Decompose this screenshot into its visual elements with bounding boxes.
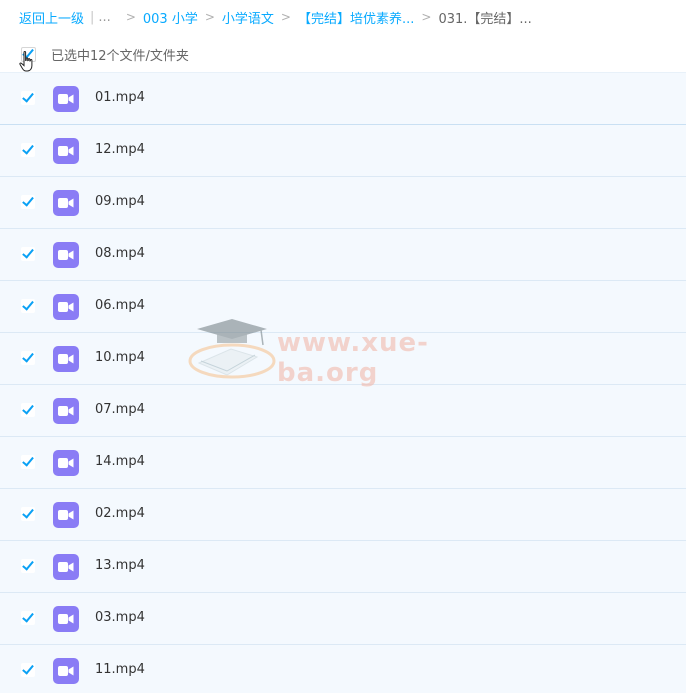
checkmark-icon bbox=[22, 298, 34, 311]
breadcrumb-item[interactable]: 【完结】培优素养... bbox=[298, 8, 414, 27]
checkmark-icon bbox=[22, 194, 34, 207]
video-file-icon[interactable] bbox=[53, 138, 79, 164]
breadcrumb-current: 031.【完结】... bbox=[438, 11, 532, 27]
video-file-icon[interactable] bbox=[53, 450, 79, 476]
video-file-icon[interactable] bbox=[53, 294, 79, 320]
video-file-icon[interactable] bbox=[53, 86, 79, 112]
breadcrumb-separator-icon: > bbox=[204, 10, 215, 24]
file-checkbox[interactable] bbox=[21, 662, 35, 677]
checkmark-icon bbox=[22, 506, 34, 519]
video-file-icon[interactable] bbox=[53, 398, 79, 424]
file-checkbox[interactable] bbox=[21, 610, 35, 625]
file-name[interactable]: 14.mp4 bbox=[95, 454, 145, 469]
breadcrumb-divider: | bbox=[90, 9, 95, 25]
file-checkbox[interactable] bbox=[21, 246, 35, 261]
file-checkbox[interactable] bbox=[21, 298, 35, 313]
file-name[interactable]: 09.mp4 bbox=[95, 194, 145, 209]
breadcrumb-separator-icon: > bbox=[280, 10, 291, 24]
breadcrumb: 返回上一级 | ... > 003 小学 > 小学语文 > 【完结】培优素养..… bbox=[19, 7, 532, 27]
file-checkbox[interactable] bbox=[21, 350, 35, 365]
breadcrumb-back-link[interactable]: 返回上一级 bbox=[19, 8, 84, 27]
hand-pointer-icon bbox=[19, 50, 33, 72]
video-file-icon[interactable] bbox=[53, 190, 79, 216]
file-row[interactable]: 06.mp4 bbox=[0, 281, 686, 333]
checkmark-icon bbox=[22, 662, 34, 675]
breadcrumb-item[interactable]: 小学语文 bbox=[222, 8, 274, 27]
checkmark-icon bbox=[22, 610, 34, 623]
checkmark-icon bbox=[22, 90, 34, 103]
file-row[interactable]: 08.mp4 bbox=[0, 229, 686, 281]
checkmark-icon bbox=[22, 454, 34, 467]
file-checkbox[interactable] bbox=[21, 142, 35, 157]
file-row[interactable]: 12.mp4 bbox=[0, 125, 686, 177]
breadcrumb-separator-icon: > bbox=[421, 10, 432, 24]
file-name[interactable]: 01.mp4 bbox=[95, 90, 145, 105]
video-file-icon[interactable] bbox=[53, 658, 79, 684]
file-name[interactable]: 13.mp4 bbox=[95, 558, 145, 573]
video-file-icon[interactable] bbox=[53, 554, 79, 580]
file-list: 01.mp4 12.mp4 09.mp4 08.mp4 06.mp4 10.mp4 07.m… bbox=[0, 72, 686, 693]
checkmark-icon bbox=[22, 142, 34, 155]
file-row[interactable]: 07.mp4 bbox=[0, 385, 686, 437]
checkmark-icon bbox=[22, 402, 34, 415]
file-name[interactable]: 03.mp4 bbox=[95, 610, 145, 625]
breadcrumb-item[interactable]: 003 小学 bbox=[143, 8, 198, 27]
video-file-icon[interactable] bbox=[53, 502, 79, 528]
checkmark-icon bbox=[22, 350, 34, 363]
selection-count-text: 已选中12个文件/文件夹 bbox=[51, 49, 189, 64]
checkmark-icon bbox=[22, 558, 34, 571]
file-name[interactable]: 10.mp4 bbox=[95, 350, 145, 365]
breadcrumb-separator-icon: > bbox=[125, 10, 136, 24]
file-row[interactable]: 14.mp4 bbox=[0, 437, 686, 489]
file-name[interactable]: 08.mp4 bbox=[95, 246, 145, 261]
file-name[interactable]: 02.mp4 bbox=[95, 506, 145, 521]
file-name[interactable]: 12.mp4 bbox=[95, 142, 145, 157]
video-file-icon[interactable] bbox=[53, 606, 79, 632]
video-file-icon[interactable] bbox=[53, 242, 79, 268]
video-file-icon[interactable] bbox=[53, 346, 79, 372]
file-row[interactable]: 03.mp4 bbox=[0, 593, 686, 645]
checkmark-icon bbox=[22, 246, 34, 259]
file-name[interactable]: 06.mp4 bbox=[95, 298, 145, 313]
file-checkbox[interactable] bbox=[21, 402, 35, 417]
file-row[interactable]: 10.mp4 bbox=[0, 333, 686, 385]
file-row[interactable]: 09.mp4 bbox=[0, 177, 686, 229]
file-row[interactable]: 02.mp4 bbox=[0, 489, 686, 541]
file-checkbox[interactable] bbox=[21, 194, 35, 209]
file-row[interactable]: 01.mp4 bbox=[0, 73, 686, 125]
breadcrumb-ellipsis[interactable]: ... bbox=[98, 10, 110, 25]
file-checkbox[interactable] bbox=[21, 558, 35, 573]
file-checkbox[interactable] bbox=[21, 454, 35, 469]
file-row[interactable]: 11.mp4 bbox=[0, 645, 686, 693]
file-browser: 返回上一级 | ... > 003 小学 > 小学语文 > 【完结】培优素养..… bbox=[0, 0, 686, 693]
file-name[interactable]: 11.mp4 bbox=[95, 662, 145, 677]
selection-bar: 已选中12个文件/文件夹 bbox=[0, 38, 686, 72]
file-checkbox[interactable] bbox=[21, 506, 35, 521]
file-row[interactable]: 13.mp4 bbox=[0, 541, 686, 593]
file-checkbox[interactable] bbox=[21, 90, 35, 105]
file-name[interactable]: 07.mp4 bbox=[95, 402, 145, 417]
